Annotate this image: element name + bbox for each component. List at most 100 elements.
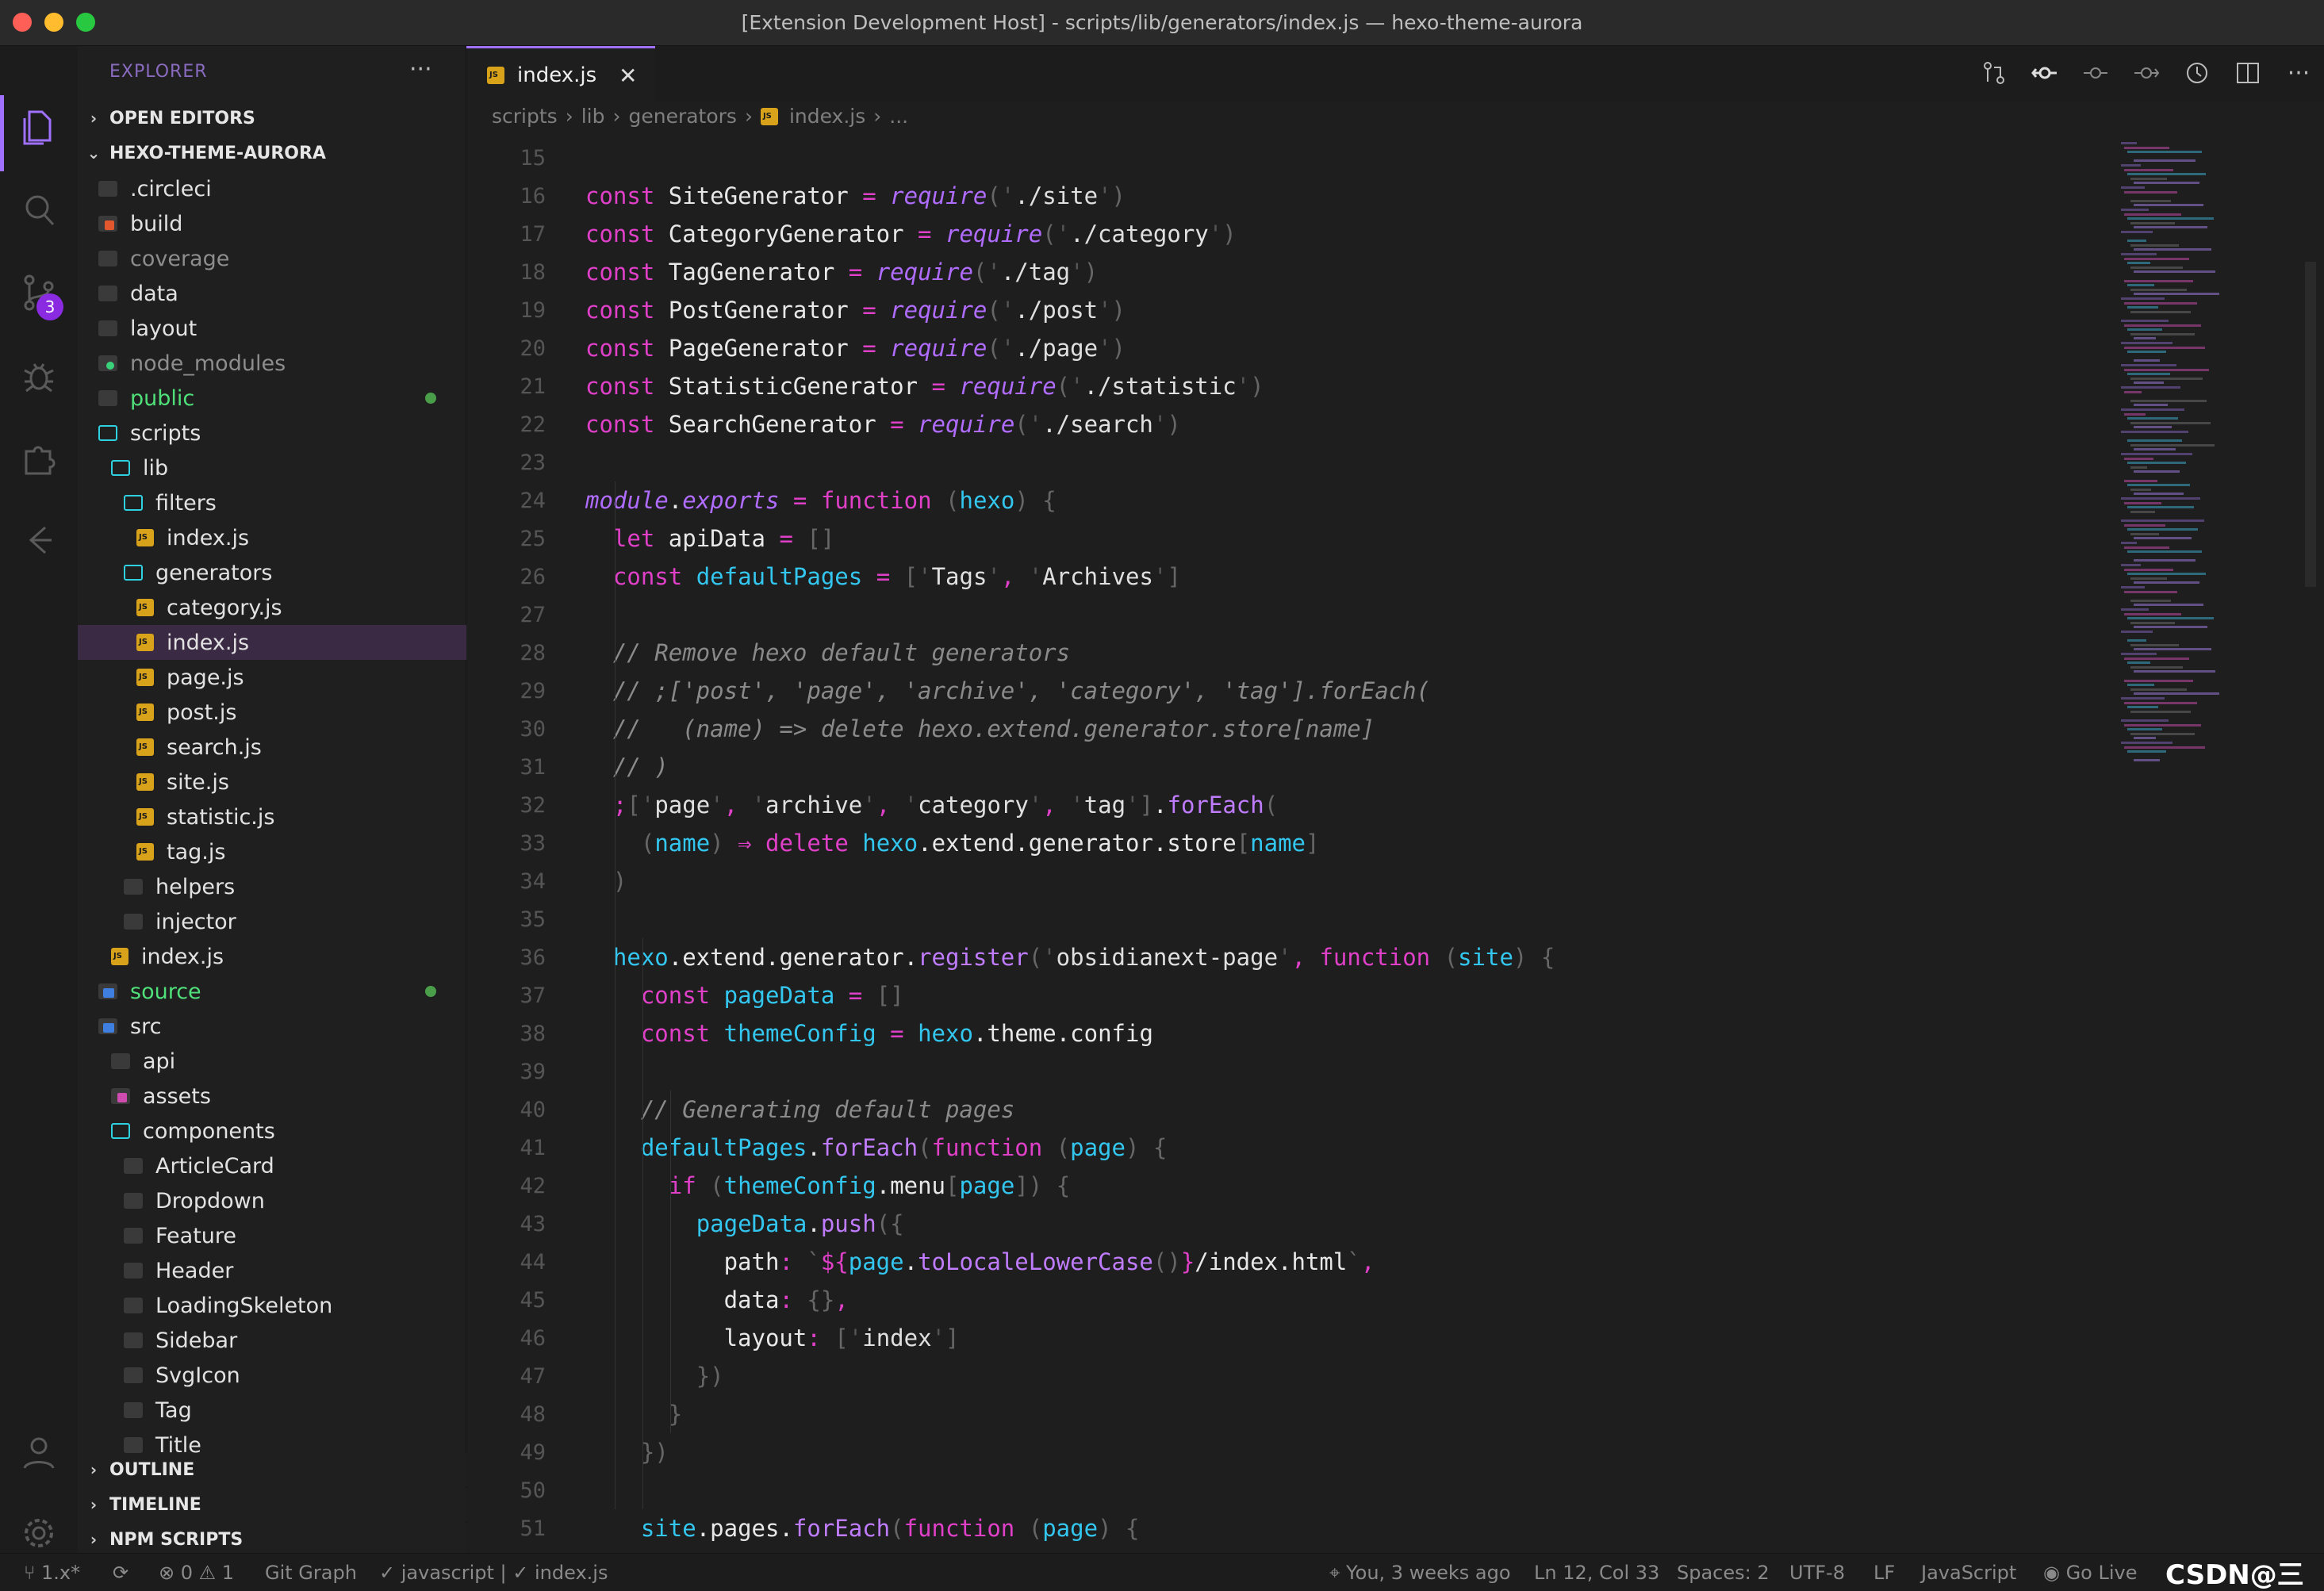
tree-folder-src[interactable]: src	[78, 1009, 466, 1044]
tree-file-statistic[interactable]: statistic.js	[78, 799, 466, 834]
code-line[interactable]: 36 hexo.extend.generator.register('obsid…	[466, 938, 2116, 976]
breadcrumb-item[interactable]: index.js	[789, 105, 865, 128]
tree-folder-components[interactable]: components	[78, 1114, 466, 1148]
code-line[interactable]: 51 site.pages.forEach(function (page) {	[466, 1509, 2116, 1547]
remote-explorer-icon[interactable]	[17, 519, 60, 562]
tree-file-tag[interactable]: tag.js	[78, 834, 466, 869]
tree-folder-public[interactable]: public	[78, 381, 466, 416]
accounts-icon[interactable]	[17, 1431, 60, 1474]
code-line[interactable]: 33 (name) ⇒ delete hexo.extend.generator…	[466, 824, 2116, 862]
tree-folder-header[interactable]: Header	[78, 1253, 466, 1288]
tree-file-page[interactable]: page.js	[78, 660, 466, 695]
tree-folder-dropdown[interactable]: Dropdown	[78, 1183, 466, 1218]
breadcrumb-item[interactable]: scripts	[492, 105, 558, 128]
code-line[interactable]: 40 // Generating default pages	[466, 1091, 2116, 1129]
tree-folder-filters[interactable]: filters	[78, 485, 466, 520]
project-section[interactable]: ⌄ HEXO-THEME-AURORA	[78, 136, 466, 170]
code-line[interactable]: 22 const SearchGenerator = require('./sea…	[466, 405, 2116, 443]
git-commit-icon[interactable]	[2080, 57, 2111, 89]
tree-folder-build[interactable]: build	[78, 206, 466, 241]
timeline-section[interactable]: › TIMELINE	[78, 1488, 466, 1521]
cursor-position[interactable]: Ln 12, Col 33	[1534, 1562, 1659, 1584]
code-line[interactable]: 43 pageData.push({	[466, 1205, 2116, 1243]
code-line[interactable]: 27	[466, 596, 2116, 634]
code-line[interactable]: 28 // Remove hexo default generators	[466, 634, 2116, 672]
git-branch-item[interactable]: ⑂ 1.x*	[24, 1562, 80, 1584]
language-check-item[interactable]: ✓ javascript | ✓ index.js	[379, 1562, 608, 1584]
sync-icon[interactable]: ⟳	[113, 1562, 128, 1584]
git-commit-back-icon[interactable]	[2029, 57, 2061, 89]
tree-folder-data[interactable]: data	[78, 276, 466, 311]
code-line[interactable]: 18 const TagGenerator = require('./tag')	[466, 253, 2116, 291]
code-line[interactable]: 41 defaultPages.forEach(function (page) …	[466, 1129, 2116, 1167]
breadcrumb-item[interactable]: generators	[628, 105, 736, 128]
settings-gear-icon[interactable]	[17, 1512, 60, 1555]
code-line[interactable]: 49 })	[466, 1433, 2116, 1471]
extensions-icon[interactable]	[17, 436, 60, 479]
code-line[interactable]: 50	[466, 1471, 2116, 1509]
breadcrumb-item[interactable]: lib	[581, 105, 605, 128]
tree-folder-sidebar[interactable]: Sidebar	[78, 1323, 466, 1358]
code-line[interactable]: 42 if (themeConfig.menu[page]) {	[466, 1167, 2116, 1205]
indentation-item[interactable]: Spaces: 2	[1677, 1562, 1770, 1584]
git-blame-item[interactable]: ⌖ You, 3 weeks ago	[1329, 1562, 1511, 1584]
tree-file-post[interactable]: post.js	[78, 695, 466, 730]
tree-file-site[interactable]: site.js	[78, 765, 466, 799]
tab-index-js[interactable]: index.js ✕	[466, 46, 655, 102]
tree-file-lib-index[interactable]: index.js	[78, 939, 466, 974]
code-line[interactable]: 47 })	[466, 1357, 2116, 1395]
tree-folder-articlecard[interactable]: ArticleCard	[78, 1148, 466, 1183]
code-line[interactable]: 25 let apiData = []	[466, 519, 2116, 558]
eol-item[interactable]: LF	[1873, 1562, 1895, 1584]
code-line[interactable]: 39	[466, 1052, 2116, 1091]
code-line[interactable]: 44 path: `${page.toLocaleLowerCase()}/in…	[466, 1243, 2116, 1281]
tree-folder-generators[interactable]: generators	[78, 555, 466, 590]
tree-file-generators-index[interactable]: index.js	[78, 625, 466, 660]
tree-folder-helpers[interactable]: helpers	[78, 869, 466, 904]
tree-file-search[interactable]: search.js	[78, 730, 466, 765]
code-line[interactable]: 16 const SiteGenerator = require('./site'…	[466, 177, 2116, 215]
code-line[interactable]: 38 const themeConfig = hexo.theme.config	[466, 1014, 2116, 1052]
code-line[interactable]: 15	[466, 139, 2116, 177]
timeline-history-icon[interactable]	[2181, 57, 2213, 89]
debug-icon[interactable]	[17, 354, 60, 397]
code-line[interactable]: 46 layout: ['index']	[466, 1319, 2116, 1357]
code-line[interactable]: 30 // (name) => delete hexo.extend.gener…	[466, 710, 2116, 748]
tree-folder-layout[interactable]: layout	[78, 311, 466, 346]
close-icon[interactable]: ✕	[619, 63, 637, 89]
code-line[interactable]: 37 const pageData = []	[466, 976, 2116, 1014]
language-mode-item[interactable]: JavaScript	[1921, 1562, 2016, 1584]
encoding-item[interactable]: UTF-8	[1789, 1562, 1845, 1584]
minimap[interactable]	[2116, 139, 2314, 1553]
code-line[interactable]: 29 // ;['post', 'page', 'archive', 'cate…	[466, 672, 2116, 710]
outline-section[interactable]: › OUTLINE	[78, 1453, 466, 1486]
open-editors-section[interactable]: › OPEN EDITORS	[78, 102, 466, 135]
breadcrumb-item[interactable]: ...	[889, 105, 908, 128]
tree-folder-loadingskeleton[interactable]: LoadingSkeleton	[78, 1288, 466, 1323]
tree-folder-coverage[interactable]: coverage	[78, 241, 466, 276]
code-line[interactable]: 32 ;['page', 'archive', 'category', 'tag…	[466, 786, 2116, 824]
code-line[interactable]: 20 const PageGenerator = require('./page'…	[466, 329, 2116, 367]
go-live-button[interactable]: ◉ Go Live	[2043, 1562, 2138, 1584]
code-line[interactable]: 31 // )	[466, 748, 2116, 786]
tree-folder-source[interactable]: source	[78, 974, 466, 1009]
tree-folder-assets[interactable]: assets	[78, 1079, 466, 1114]
code-line[interactable]: 23	[466, 443, 2116, 481]
split-editor-icon[interactable]	[2232, 57, 2264, 89]
tree-folder-feature[interactable]: Feature	[78, 1218, 466, 1253]
code-line[interactable]: 24 module.exports = function (hexo) {	[466, 481, 2116, 519]
code-line[interactable]: 34 )	[466, 862, 2116, 900]
tree-folder-svgicon[interactable]: SvgIcon	[78, 1358, 466, 1393]
code-line[interactable]: 21 const StatisticGenerator = require('./…	[466, 367, 2116, 405]
git-graph-button[interactable]: Git Graph	[265, 1562, 357, 1584]
tree-folder-api[interactable]: api	[78, 1044, 466, 1079]
code-line[interactable]: 48 }	[466, 1395, 2116, 1433]
tree-folder-node-modules[interactable]: node_modules	[78, 346, 466, 381]
tree-folder-scripts[interactable]: scripts	[78, 416, 466, 450]
editor-more-icon[interactable]: ···	[2283, 57, 2314, 89]
tree-folder-lib[interactable]: lib	[78, 450, 466, 485]
search-icon[interactable]	[17, 189, 60, 232]
problems-item[interactable]: ⊗ 0 ⚠ 1	[159, 1562, 234, 1584]
open-changes-icon[interactable]	[1978, 57, 2010, 89]
code-line[interactable]: 26 const defaultPages = ['Tags', 'Archiv…	[466, 558, 2116, 596]
